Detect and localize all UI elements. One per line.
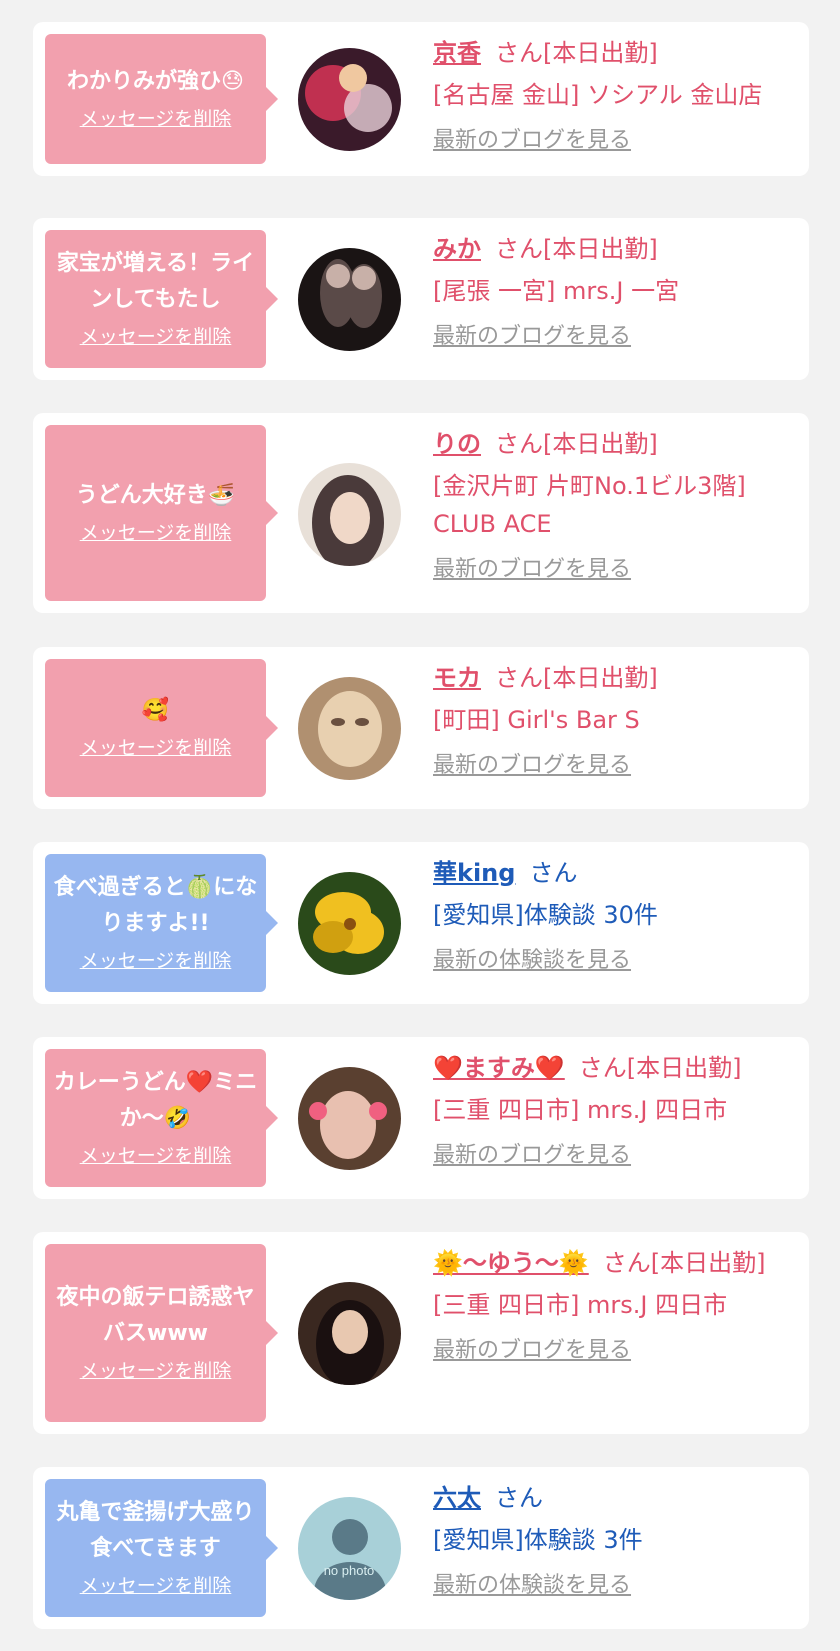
name-suffix: さん xyxy=(495,1484,543,1512)
message-card: わかりみが強ひ😓 メッセージを削除 京香 さん[本日出勤] [名古屋 金山] ソシ… xyxy=(33,22,809,176)
profile-info: りの さん[本日出勤] [金沢片町 片町No.1ビル3階] CLUB ACE 最新… xyxy=(433,425,791,585)
latest-blog-link[interactable]: 最新のブログを見る xyxy=(433,555,631,585)
latest-review-link[interactable]: 最新の体験談を見る xyxy=(433,1571,631,1601)
no-photo-text: no photo xyxy=(324,1563,375,1578)
profile-info: モカ さん[本日出勤] [町田] Girl's Bar S 最新のブログを見る xyxy=(433,659,791,781)
latest-review-link[interactable]: 最新の体験談を見る xyxy=(433,946,631,976)
message-text: うどん大好き🍜 xyxy=(75,483,236,508)
review-count: [愛知県]体験談 30件 xyxy=(433,901,658,929)
avatar[interactable] xyxy=(298,463,401,566)
name-suffix: さん[本日出勤] xyxy=(495,430,658,458)
delete-message-link[interactable]: メッセージを削除 xyxy=(80,1358,232,1384)
message-text: 家宝が増える！ラインしてもたし xyxy=(56,251,255,312)
message-bubble: わかりみが強ひ😓 メッセージを削除 xyxy=(45,34,278,164)
message-text: 食べ過ぎると🍈になりますよ!! xyxy=(53,875,258,936)
message-card: 🥰 メッセージを削除 モカ さん[本日出勤] [町田] Girl's Bar S … xyxy=(33,647,809,809)
avatar-image xyxy=(298,1067,401,1170)
avatar[interactable] xyxy=(298,248,401,351)
profile-info: みか さん[本日出勤] [尾張 一宮] mrs.J 一宮 最新のブログを見る xyxy=(433,230,791,352)
message-card: 夜中の飯テロ誘惑ヤバスwww メッセージを削除 🌞〜ゆう〜🌞 さん[本日出勤] [… xyxy=(33,1232,809,1434)
message-text: カレーうどん❤️ミニか〜🤣 xyxy=(53,1070,258,1131)
delete-message-link[interactable]: メッセージを削除 xyxy=(80,948,232,974)
message-text: わかりみが強ひ😓 xyxy=(67,69,244,94)
user-name-link[interactable]: 六太 xyxy=(433,1484,481,1512)
cast-name-link[interactable]: 🌞〜ゆう〜🌞 xyxy=(433,1249,589,1277)
message-text: 丸亀で釜揚げ大盛り食べてきます xyxy=(56,1500,255,1561)
name-suffix: さん[本日出勤] xyxy=(578,1054,742,1082)
message-bubble: 丸亀で釜揚げ大盛り食べてきます メッセージを削除 xyxy=(45,1479,278,1617)
message-card: 食べ過ぎると🍈になりますよ!! メッセージを削除 華king さん [愛知県]体験… xyxy=(33,842,809,1004)
message-bubble: うどん大好き🍜 メッセージを削除 xyxy=(45,425,278,601)
message-card: 家宝が増える！ラインしてもたし メッセージを削除 みか さん[本日出勤] [尾張 … xyxy=(33,218,809,380)
name-suffix: さん[本日出勤] xyxy=(495,664,658,692)
avatar[interactable] xyxy=(298,48,401,151)
name-suffix: さん xyxy=(529,859,578,887)
avatar[interactable] xyxy=(298,872,401,975)
avatar-image xyxy=(298,248,401,351)
message-bubble: カレーうどん❤️ミニか〜🤣 メッセージを削除 xyxy=(45,1049,278,1187)
delete-message-link[interactable]: メッセージを削除 xyxy=(80,106,232,132)
avatar-image xyxy=(298,463,401,566)
message-card: 丸亀で釜揚げ大盛り食べてきます メッセージを削除 no photo 六太 さん [… xyxy=(33,1467,809,1629)
latest-blog-link[interactable]: 最新のブログを見る xyxy=(433,1141,631,1171)
message-card: うどん大好き🍜 メッセージを削除 りの さん[本日出勤] [金沢片町 片町No.1… xyxy=(33,413,809,613)
shop-name: [名古屋 金山] ソシアル 金山店 xyxy=(433,81,763,109)
message-bubble: 食べ過ぎると🍈になりますよ!! メッセージを削除 xyxy=(45,854,278,992)
cast-name-link[interactable]: ❤️ますみ❤️ xyxy=(433,1054,565,1082)
latest-blog-link[interactable]: 最新のブログを見る xyxy=(433,126,631,156)
message-card: カレーうどん❤️ミニか〜🤣 メッセージを削除 ❤️ますみ❤️ さん[本日出勤] [… xyxy=(33,1037,809,1199)
delete-message-link[interactable]: メッセージを削除 xyxy=(80,1573,232,1599)
name-suffix: さん[本日出勤] xyxy=(602,1249,766,1277)
avatar[interactable] xyxy=(298,677,401,780)
message-text: 🥰 xyxy=(141,698,170,723)
avatar[interactable]: no photo xyxy=(298,1497,401,1600)
message-bubble: 夜中の飯テロ誘惑ヤバスwww メッセージを削除 xyxy=(45,1244,278,1422)
delete-message-link[interactable]: メッセージを削除 xyxy=(80,520,232,546)
avatar[interactable] xyxy=(298,1067,401,1170)
shop-name: [三重 四日市] mrs.J 四日市 xyxy=(433,1096,728,1124)
shop-name: [町田] Girl's Bar S xyxy=(433,706,640,734)
name-suffix: さん[本日出勤] xyxy=(495,235,658,263)
shop-name: [三重 四日市] mrs.J 四日市 xyxy=(433,1291,728,1319)
avatar-image xyxy=(298,48,401,151)
delete-message-link[interactable]: メッセージを削除 xyxy=(80,324,232,350)
name-suffix: さん[本日出勤] xyxy=(495,39,658,67)
message-list: わかりみが強ひ😓 メッセージを削除 京香 さん[本日出勤] [名古屋 金山] ソシ… xyxy=(0,0,840,1651)
cast-name-link[interactable]: 京香 xyxy=(433,39,481,67)
profile-info: 華king さん [愛知県]体験談 30件 最新の体験談を見る xyxy=(433,854,791,976)
user-name-link[interactable]: 華king xyxy=(433,859,515,887)
delete-message-link[interactable]: メッセージを削除 xyxy=(80,735,232,761)
shop-name: [尾張 一宮] mrs.J 一宮 xyxy=(433,277,680,305)
profile-info: 六太 さん [愛知県]体験談 3件 最新の体験談を見る xyxy=(433,1479,791,1601)
latest-blog-link[interactable]: 最新のブログを見る xyxy=(433,322,631,352)
message-bubble: 🥰 メッセージを削除 xyxy=(45,659,278,797)
review-count: [愛知県]体験談 3件 xyxy=(433,1526,643,1554)
avatar-image xyxy=(298,1282,401,1385)
profile-info: 京香 さん[本日出勤] [名古屋 金山] ソシアル 金山店 最新のブログを見る xyxy=(433,34,791,156)
profile-info: 🌞〜ゆう〜🌞 さん[本日出勤] [三重 四日市] mrs.J 四日市 最新のブログ… xyxy=(433,1244,791,1366)
cast-name-link[interactable]: みか xyxy=(433,235,481,263)
profile-info: ❤️ますみ❤️ さん[本日出勤] [三重 四日市] mrs.J 四日市 最新のブロ… xyxy=(433,1049,791,1171)
cast-name-link[interactable]: モカ xyxy=(433,664,481,692)
delete-message-link[interactable]: メッセージを削除 xyxy=(80,1143,232,1169)
latest-blog-link[interactable]: 最新のブログを見る xyxy=(433,751,631,781)
avatar[interactable] xyxy=(298,1282,401,1385)
message-text: 夜中の飯テロ誘惑ヤバスwww xyxy=(56,1285,255,1346)
shop-name: [金沢片町 片町No.1ビル3階] CLUB ACE xyxy=(433,472,746,538)
avatar-image xyxy=(298,677,401,780)
cast-name-link[interactable]: りの xyxy=(433,430,481,458)
avatar-image xyxy=(298,872,401,975)
avatar-image: no photo xyxy=(298,1497,401,1600)
message-bubble: 家宝が増える！ラインしてもたし メッセージを削除 xyxy=(45,230,278,368)
latest-blog-link[interactable]: 最新のブログを見る xyxy=(433,1336,631,1366)
